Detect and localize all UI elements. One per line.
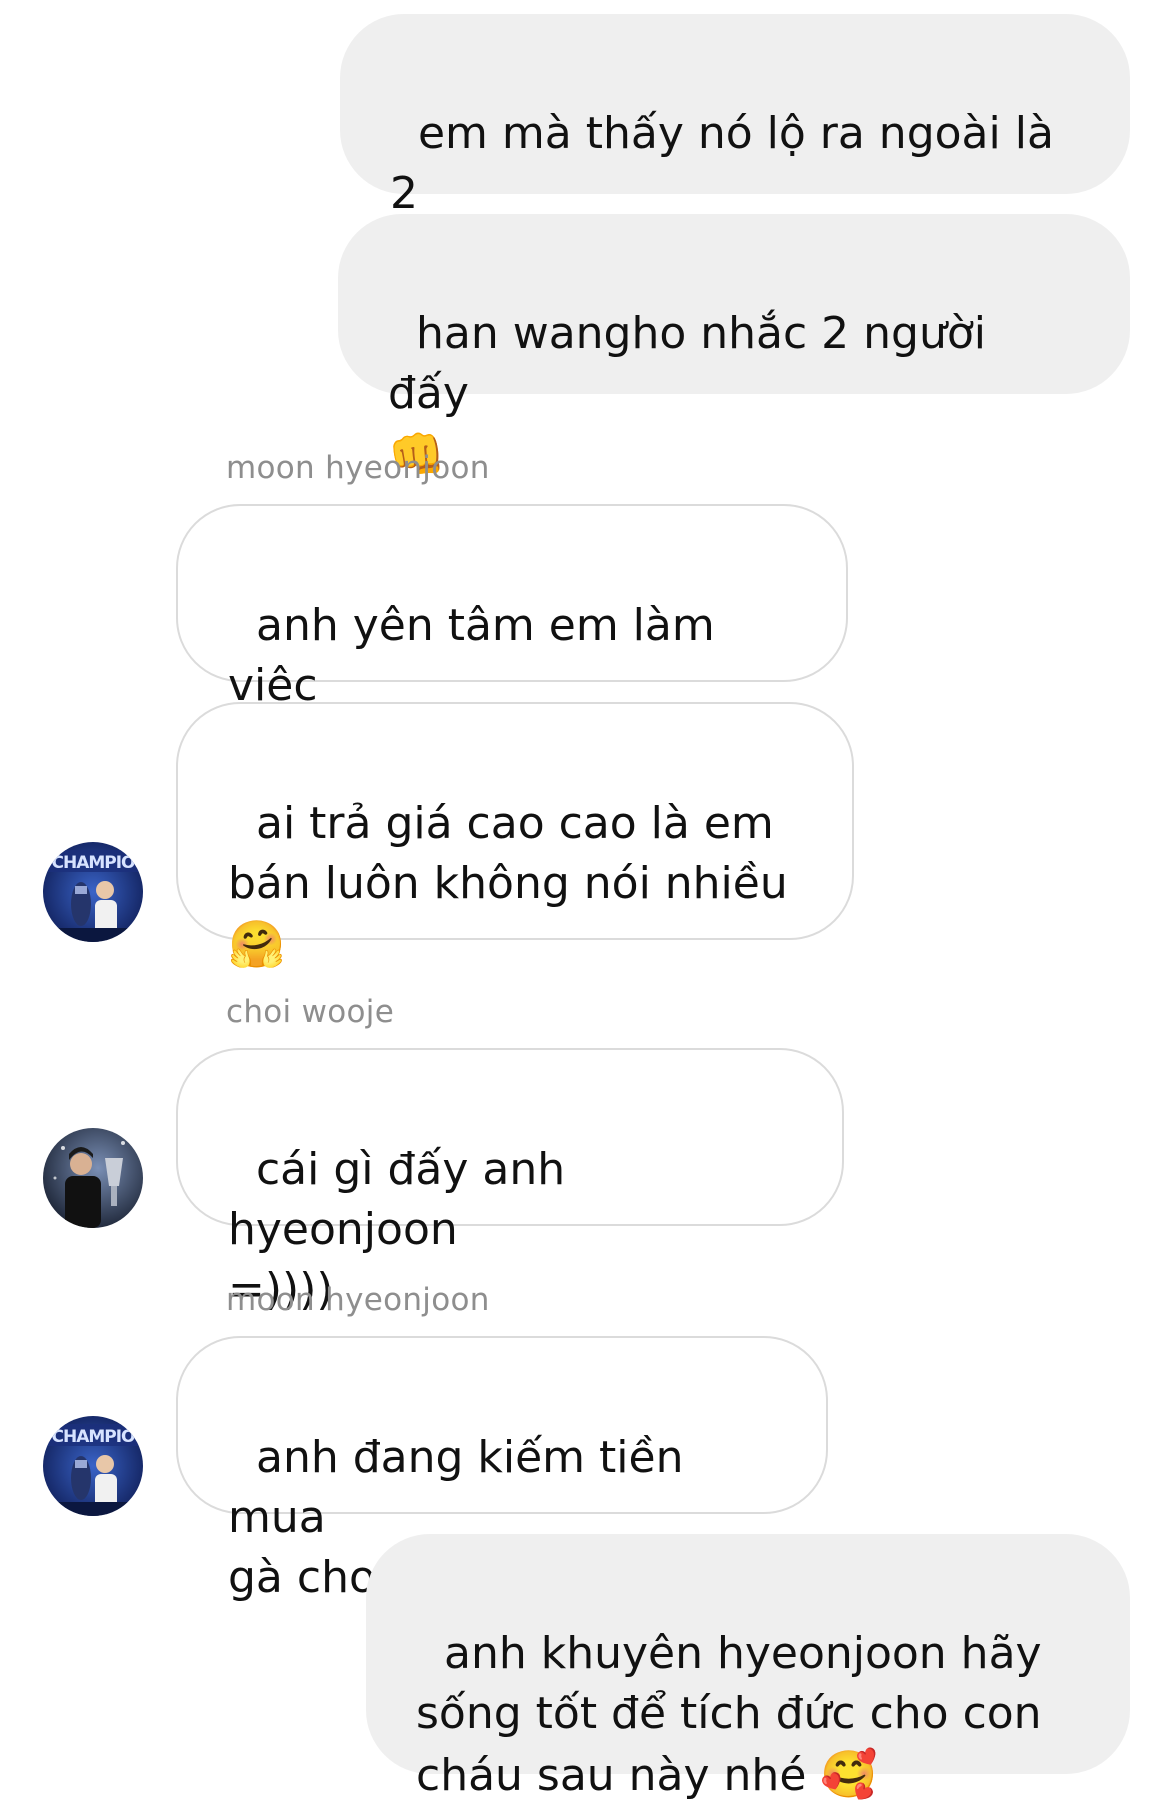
avatar-moon-hyeonjoon[interactable]: CHAMPIO: [43, 1416, 143, 1516]
hugging-face-emoji-icon: 🤗: [228, 917, 286, 971]
svg-text:CHAMPIO: CHAMPIO: [51, 853, 135, 873]
avatar-choi-wooje[interactable]: [43, 1128, 143, 1228]
message-bubble-incoming[interactable]: ai trả giá cao cao là em bán luôn không …: [176, 702, 854, 971]
svg-text:CHAMPIO: CHAMPIO: [51, 1427, 135, 1447]
message-bubble-outgoing[interactable]: han wangho nhắc 2 người đấy 👊: [338, 214, 1130, 481]
message-bubble-incoming[interactable]: anh yên tâm em làm việc uy tín đó giờ: [176, 504, 848, 771]
sender-name: choi wooje: [226, 994, 395, 1030]
message-bubble-outgoing[interactable]: anh khuyên hyeonjoon hãy sống tốt để tíc…: [366, 1534, 1130, 1801]
sender-name: moon hyeonjoon: [226, 450, 490, 486]
message-bubble-incoming[interactable]: anh đang kiếm tiền mua gà cho wooje đó: [176, 1336, 828, 1603]
message-text: han wangho nhắc 2 người đấy: [388, 308, 987, 419]
smiling-hearts-emoji-icon: 🥰: [820, 1747, 878, 1801]
message-bubble-incoming[interactable]: cái gì đấy anh hyeonjoon =)))): [176, 1048, 844, 1315]
message-bubble-outgoing[interactable]: em mà thấy nó lộ ra ngoài là 2 người biế…: [340, 14, 1130, 279]
message-text: ai trả giá cao cao là em bán luôn không …: [228, 798, 788, 909]
avatar-moon-hyeonjoon[interactable]: CHAMPIO: [43, 842, 143, 942]
sender-name: moon hyeonjoon: [226, 1282, 490, 1318]
message-text: anh khuyên hyeonjoon hãy sống tốt để tíc…: [416, 1628, 1042, 1801]
